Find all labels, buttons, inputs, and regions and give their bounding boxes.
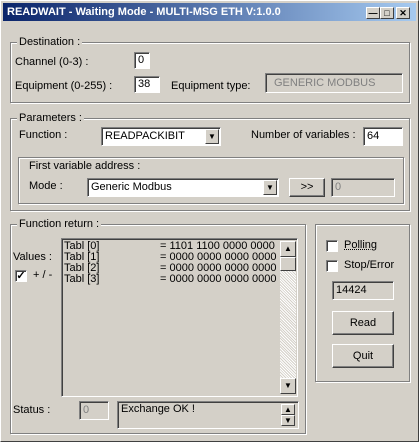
address-field: 0 xyxy=(331,178,395,197)
function-select[interactable]: READPACKIBIT ▼ xyxy=(101,127,221,146)
status-message: Exchange OK ! xyxy=(121,403,195,415)
values-list[interactable]: Tabl [0] = 1101 1100 0000 0000 Tabl [1] = 0… xyxy=(61,238,298,397)
window-title: READWAIT - Waiting Mode - MULTI-MSG ETH … xyxy=(7,6,281,18)
chevron-down-icon[interactable]: ▼ xyxy=(205,129,219,144)
values-scrollbar[interactable]: ▲ ▼ xyxy=(280,241,296,394)
destination-group: Destination : Channel (0-3) : 0 Equipmen… xyxy=(10,36,410,103)
plusminus-checkbox[interactable]: ✓ xyxy=(15,270,27,282)
function-return-legend: Function return : xyxy=(17,218,102,230)
nvars-input[interactable]: 64 xyxy=(363,127,403,146)
equipment-input[interactable]: 38 xyxy=(134,76,160,93)
mode-select[interactable]: Generic Modbus ▼ xyxy=(87,178,279,197)
parameters-legend: Parameters : xyxy=(17,112,84,124)
status-message-field: Exchange OK ! ▲ ▼ xyxy=(117,401,299,429)
destination-legend: Destination : xyxy=(17,36,83,48)
values-rows: Tabl [0] = 1101 1100 0000 0000 Tabl [1] = 0… xyxy=(64,241,278,285)
scroll-down-icon[interactable]: ▼ xyxy=(280,378,296,394)
status-scrollbar[interactable]: ▲ ▼ xyxy=(281,404,295,426)
status-label: Status : xyxy=(13,404,51,416)
row-value: = 0000 0000 0000 0000 xyxy=(160,273,277,285)
polling-checkbox[interactable] xyxy=(326,240,338,252)
quit-button[interactable]: Quit xyxy=(332,344,394,368)
values-label: Values : xyxy=(13,251,52,263)
maximize-icon[interactable]: □ xyxy=(380,7,394,19)
scroll-down-icon[interactable]: ▼ xyxy=(281,415,295,426)
chevron-down-icon[interactable]: ▼ xyxy=(263,180,277,195)
function-label: Function : xyxy=(19,129,68,141)
nvars-label: Number of variables : xyxy=(251,129,356,141)
mode-value: Generic Modbus xyxy=(91,181,172,193)
function-return-group: Function return : Values : ✓ + / - Tabl … xyxy=(10,218,306,434)
channel-label: Channel (0-3) : xyxy=(15,56,89,68)
row-name: Tabl [3] xyxy=(64,273,100,285)
first-variable-legend: First variable address : xyxy=(29,160,141,172)
plusminus-label: + / - xyxy=(33,269,53,281)
title-bar[interactable]: READWAIT - Waiting Mode - MULTI-MSG ETH … xyxy=(3,3,416,21)
stop-error-label[interactable]: Stop/Error xyxy=(344,259,394,271)
stop-error-checkbox[interactable] xyxy=(326,260,338,272)
status-code-field: 0 xyxy=(79,401,109,420)
equipment-type-field: GENERIC MODBUS xyxy=(265,73,403,93)
main-window: READWAIT - Waiting Mode - MULTI-MSG ETH … xyxy=(0,0,419,442)
scroll-up-icon[interactable]: ▲ xyxy=(280,241,296,257)
function-value: READPACKIBIT xyxy=(105,130,185,142)
close-icon[interactable]: ✕ xyxy=(396,7,410,19)
minimize-icon[interactable]: — xyxy=(366,7,380,19)
polling-label[interactable]: Polling xyxy=(344,239,377,251)
next-address-button[interactable]: >> xyxy=(289,178,325,197)
first-variable-group: First variable address : Mode : Generic … xyxy=(18,157,404,204)
read-button[interactable]: Read xyxy=(332,311,394,335)
counter-field: 14424 xyxy=(332,281,394,300)
channel-input[interactable]: 0 xyxy=(134,52,150,69)
mode-label: Mode : xyxy=(29,180,63,192)
check-icon: ✓ xyxy=(16,270,26,282)
equipment-label: Equipment (0-255) : xyxy=(15,80,113,92)
scroll-up-icon[interactable]: ▲ xyxy=(281,404,295,415)
control-group: Polling Stop/Error 14424 Read Quit xyxy=(315,224,410,382)
equipment-type-label: Equipment type: xyxy=(171,80,251,92)
list-item[interactable]: Tabl [3] = 0000 0000 0000 0000 xyxy=(64,274,278,285)
scroll-thumb[interactable] xyxy=(280,257,296,271)
parameters-group: Parameters : Function : READPACKIBIT ▼ N… xyxy=(10,112,410,211)
